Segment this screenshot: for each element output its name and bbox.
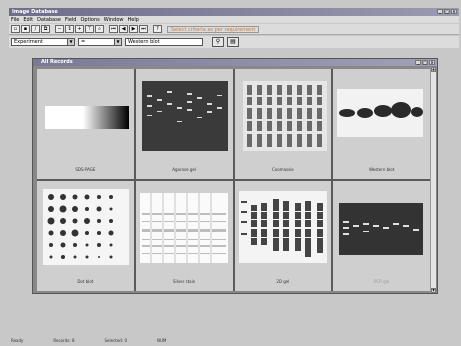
vertical-scrollbar[interactable]: ▲ ▼ [430, 67, 436, 293]
last-record-icon[interactable]: ⏭ [139, 25, 148, 33]
sort-icon[interactable]: ↕ [65, 25, 74, 33]
minimize-icon[interactable]: _ [415, 60, 421, 65]
thumbnail-cell[interactable]: Western blot [333, 69, 430, 179]
dot-blot-image [43, 189, 129, 265]
thumbnail-label: Silver stain [172, 279, 196, 284]
field-select[interactable]: Experiment ▼ [11, 38, 75, 46]
window-title: Image Database [12, 9, 58, 15]
status-selected: Selected: 0 [104, 338, 128, 343]
search-bar: Experiment ▼ = ▼ Western blot ⚲ ▤ [9, 36, 459, 48]
status-records: Records: 8 [53, 338, 75, 343]
filter-icon[interactable]: ⊤ [85, 25, 94, 33]
menu-database[interactable]: Database [37, 17, 61, 23]
child-title-bar: All Records _ □ × [33, 59, 437, 66]
database-icon: ▤ [230, 38, 236, 45]
copy-icon[interactable]: ⧉ [41, 25, 50, 33]
field-select-value: Experiment [14, 39, 43, 45]
menu-window[interactable]: Window [104, 17, 124, 23]
bands-gel-image [238, 191, 327, 263]
thumbnail-cell[interactable]: Agarose gel [135, 69, 233, 179]
menu-help[interactable]: Help [127, 17, 138, 23]
thumbnail-cell[interactable]: 2D gel [234, 181, 332, 291]
toolbar: ▫ ▪ / ⧉ − ↕ + ⊤ ⌕ ⏮ ◀ ▶ ⏭ ? Select crite… [9, 24, 459, 35]
menu-options[interactable]: Options [80, 17, 99, 23]
search-button[interactable]: ⚲ [212, 37, 224, 47]
pcr-gel-image [339, 203, 424, 255]
window-title-bar: Image Database _ □ × [9, 8, 459, 16]
close-icon[interactable]: × [429, 60, 435, 65]
show-all-button[interactable]: ▤ [227, 37, 239, 47]
binoculars-icon: ⚲ [215, 38, 221, 45]
scroll-down-icon[interactable]: ▼ [431, 288, 436, 293]
first-record-icon[interactable]: ⏮ [109, 25, 118, 33]
chevron-down-icon[interactable]: ▼ [67, 39, 74, 45]
lanes-image [242, 81, 327, 151]
thumbnail-cell[interactable]: SDS-PAGE [37, 69, 134, 179]
new-record-icon[interactable]: ▫ [11, 25, 20, 33]
child-window-title: All Records [41, 59, 73, 65]
thumbnail-label: PCR gel [373, 279, 390, 284]
menu-file[interactable]: File [11, 17, 19, 23]
maximize-icon[interactable]: □ [444, 9, 450, 14]
status-bar: Ready Records: 8 Selected: 0 NUM [9, 337, 459, 345]
criteria-label: Select criteria as per requirement [167, 25, 260, 33]
menu-bar: File Edit Database Field Options Window … [9, 16, 459, 23]
plus-icon[interactable]: + [75, 25, 84, 33]
cut-icon[interactable]: / [31, 25, 40, 33]
info-icon[interactable]: ? [153, 25, 162, 33]
thumbnail-cell[interactable]: PCR gel [333, 181, 430, 291]
thumbnail-grid: SDS-PAGE Agarose gel Coomassie Western b… [37, 69, 430, 291]
thumbnail-label: Western blot [368, 167, 395, 172]
next-record-icon[interactable]: ▶ [129, 25, 138, 33]
menu-edit[interactable]: Edit [23, 17, 33, 23]
operator-select-value: = [81, 39, 86, 45]
thumbnail-label: Dot blot [77, 279, 94, 284]
gel-image [141, 81, 228, 151]
western-blot-image [337, 89, 424, 137]
close-icon[interactable]: × [451, 9, 457, 14]
scroll-up-icon[interactable]: ▲ [431, 67, 436, 72]
chevron-down-icon[interactable]: ▼ [114, 39, 121, 45]
open-icon[interactable]: ▪ [21, 25, 30, 33]
thumbnail-label: SDS-PAGE [75, 167, 96, 172]
thumbnail-label: Agarose gel [172, 167, 196, 172]
thumbnail-cell[interactable]: Dot blot [37, 181, 134, 291]
gradient-image [45, 106, 129, 129]
silver-stain-image [139, 193, 228, 263]
thumbnail-label: 2D gel [276, 279, 290, 284]
all-records-window: All Records _ □ × SDS-PAGE Agarose gel C… [32, 58, 438, 294]
minimize-icon[interactable]: _ [437, 9, 443, 14]
status-num: NUM [157, 338, 167, 343]
thumbnail-cell[interactable]: Coomassie [234, 69, 332, 179]
status-text: Ready [11, 338, 24, 343]
menu-field[interactable]: Field [65, 17, 77, 23]
find-icon[interactable]: ⌕ [95, 25, 104, 33]
search-input[interactable]: Western blot [125, 38, 203, 46]
thumbnail-label: Coomassie [271, 167, 294, 172]
thumbnail-cell[interactable]: Silver stain [135, 181, 233, 291]
previous-record-icon[interactable]: ◀ [119, 25, 128, 33]
minus-icon[interactable]: − [55, 25, 64, 33]
maximize-icon[interactable]: □ [422, 60, 428, 65]
operator-select[interactable]: = ▼ [78, 38, 122, 46]
